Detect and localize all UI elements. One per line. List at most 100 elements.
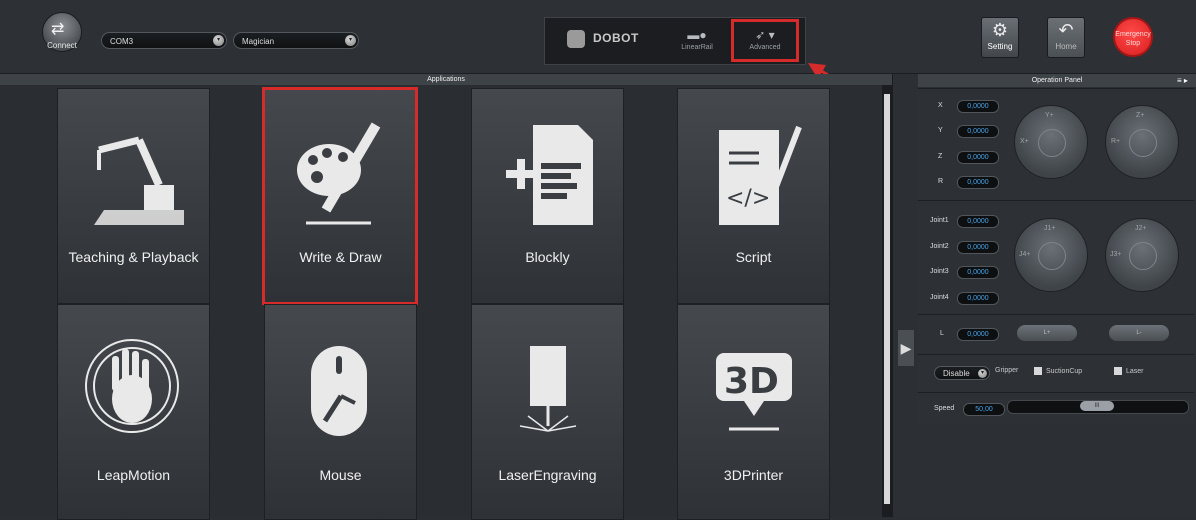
script-code-icon: </> <box>719 125 802 225</box>
jog-center <box>1038 129 1066 157</box>
tab-linearrail[interactable]: ▬● LinearRail <box>665 26 729 58</box>
joint2-label: Joint2 <box>930 243 949 250</box>
setting-label: Setting <box>987 42 1013 51</box>
mouse-icon <box>311 346 367 436</box>
jog-y-plus[interactable]: Y+ <box>1045 112 1054 119</box>
jog-j4-plus[interactable]: J4+ <box>1019 251 1030 258</box>
jog-j3-plus[interactable]: J3+ <box>1110 251 1121 258</box>
logo-text: DOBOT <box>593 31 639 46</box>
jog-r-plus[interactable]: R+ <box>1111 138 1120 145</box>
jog-center <box>1129 129 1157 157</box>
checkbox-icon <box>1034 367 1042 375</box>
app-tile-laser-engraving[interactable]: LaserEngraving <box>471 304 624 520</box>
jog-center <box>1129 242 1157 270</box>
end-effector-select[interactable]: Disable ▾ <box>934 366 990 380</box>
suctioncup-checkbox[interactable]: SuctionCup <box>1034 367 1082 375</box>
rail-value: 0,0000 <box>957 328 999 341</box>
coord-z-value: 0,0000 <box>957 151 999 164</box>
gripper-label: Gripper <box>995 367 1019 374</box>
app-tile-teaching-playback[interactable]: Teaching & Playback <box>57 88 210 304</box>
jog-j1-plus[interactable]: J1+ <box>1044 225 1055 232</box>
device-value: Magician <box>242 37 275 46</box>
tile-label: Script <box>735 249 772 265</box>
app-tile-3dprinter[interactable]: 3D 3DPrinter <box>677 304 830 520</box>
chevron-down-icon[interactable]: ▾ <box>978 369 987 378</box>
rail-plus-button[interactable]: L+ <box>1017 325 1077 341</box>
highlight-advanced <box>731 19 799 62</box>
coord-y-label: Y <box>938 127 943 134</box>
laser-label: Laser <box>1126 367 1144 375</box>
svg-text:</>: </> <box>726 186 770 211</box>
device-select[interactable]: Magician ▾ <box>233 32 359 49</box>
emergency-stop-button[interactable]: Emergency Stop <box>1113 17 1153 57</box>
tile-label: Teaching & Playback <box>68 249 199 265</box>
robot-arm-icon <box>94 136 184 225</box>
end-effector-mode: Disable <box>943 369 970 378</box>
connect-label: Connect <box>47 41 77 50</box>
gripper-option[interactable]: Gripper <box>995 367 1018 374</box>
coord-x-value: 0,0000 <box>957 100 999 113</box>
jog-center <box>1038 242 1066 270</box>
blockly-document-icon <box>506 125 593 225</box>
panel-collapse-toggle[interactable]: ▶ <box>898 330 914 366</box>
joint2-value: 0,0000 <box>957 241 999 254</box>
joint4-label: Joint4 <box>930 294 949 301</box>
laser-icon <box>519 346 577 432</box>
coord-r-value: 0,0000 <box>957 176 999 189</box>
tab-linearrail-label: LinearRail <box>681 44 713 51</box>
jog-x-plus[interactable]: X+ <box>1020 138 1029 145</box>
estop-label-line2: Stop <box>1125 40 1141 47</box>
coord-x-label: X <box>938 102 943 109</box>
coord-z-label: Z <box>938 153 943 160</box>
speed-label: Speed <box>934 405 955 412</box>
xy-jog-pad[interactable]: Y+ X+ <box>1014 105 1088 179</box>
gear-icon: ⚙ <box>991 20 1009 40</box>
jog-z-plus[interactable]: Z+ <box>1136 112 1144 119</box>
applications-header: Applications <box>0 74 892 85</box>
connect-button[interactable]: ⇄ Connect <box>42 12 82 52</box>
operation-panel-title: Operation Panel <box>918 74 1196 87</box>
home-button[interactable]: ↶ Home <box>1047 17 1085 58</box>
joint1-label: Joint1 <box>930 217 949 224</box>
chevron-down-icon[interactable]: ▾ <box>345 35 356 46</box>
laser-checkbox[interactable]: Laser <box>1114 367 1144 375</box>
port-select[interactable]: COM3 ▾ <box>101 32 227 49</box>
tile-label: Blockly <box>525 249 570 265</box>
coord-y-value: 0,0000 <box>957 125 999 138</box>
estop-label-line1: Emergency <box>1115 31 1151 38</box>
tile-label: 3DPrinter <box>723 467 784 483</box>
linear-rail-icon: ▬● <box>687 28 707 42</box>
app-tile-leapmotion[interactable]: LeapMotion <box>57 304 210 520</box>
3d-print-icon: 3D <box>716 353 792 431</box>
j2-j3-jog-pad[interactable]: J2+ J3+ <box>1105 218 1179 292</box>
app-tile-blockly[interactable]: Blockly <box>471 88 624 304</box>
suctioncup-label: SuctionCup <box>1046 367 1083 375</box>
app-tile-mouse[interactable]: Mouse <box>264 304 417 520</box>
joint3-value: 0,0000 <box>957 266 999 279</box>
rail-label: L <box>940 330 944 337</box>
plug-icon: ⇄ <box>51 21 65 38</box>
speed-slider-thumb[interactable]: III <box>1080 401 1114 411</box>
tile-label: LeapMotion <box>96 467 171 483</box>
hand-icon <box>85 339 179 433</box>
tile-label: LaserEngraving <box>498 467 597 483</box>
speed-value: 50,00 <box>963 403 1005 416</box>
j1-j4-jog-pad[interactable]: J1+ J4+ <box>1014 218 1088 292</box>
menu-icon[interactable]: ≡ ▸ <box>1177 74 1188 87</box>
dobot-logo: DOBOT <box>567 30 639 48</box>
checkbox-icon <box>1114 367 1122 375</box>
jog-j2-plus[interactable]: J2+ <box>1135 225 1146 232</box>
app-tile-script[interactable]: </> Script <box>677 88 830 304</box>
joint1-value: 0,0000 <box>957 215 999 228</box>
rail-minus-button[interactable]: L- <box>1109 325 1169 341</box>
setting-button[interactable]: ⚙ Setting <box>981 17 1019 58</box>
scrollbar-thumb[interactable] <box>884 94 890 504</box>
svg-text:3D: 3D <box>724 361 779 402</box>
play-arrow-icon: ▶ <box>900 340 912 356</box>
highlight-write-draw <box>262 87 418 305</box>
dobot-logo-icon <box>567 30 585 48</box>
chevron-down-icon[interactable]: ▾ <box>213 35 224 46</box>
zr-jog-pad[interactable]: Z+ R+ <box>1105 105 1179 179</box>
joint4-value: 0,0000 <box>957 292 999 305</box>
tile-label: Mouse <box>319 467 362 483</box>
